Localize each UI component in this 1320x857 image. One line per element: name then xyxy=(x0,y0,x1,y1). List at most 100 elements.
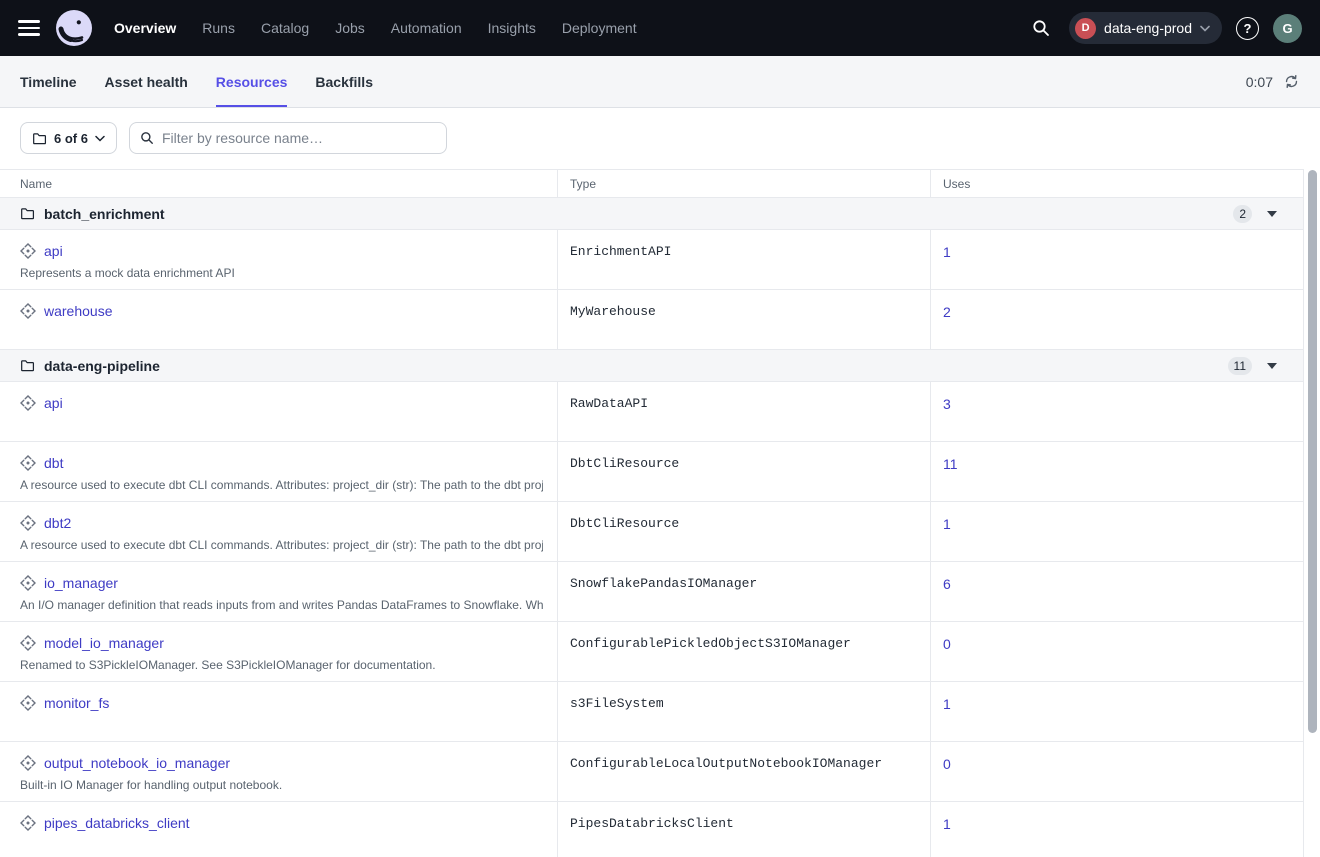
uses-count-link[interactable]: 0 xyxy=(943,756,951,772)
column-header-name: Name xyxy=(0,177,557,191)
table-row: model_io_manager Renamed to S3PickleIOMa… xyxy=(0,622,1303,682)
table-header: Name Type Uses xyxy=(0,170,1303,198)
uses-count-link[interactable]: 1 xyxy=(943,696,951,712)
resource-icon xyxy=(20,243,36,259)
collapse-caret-icon[interactable] xyxy=(1267,211,1277,217)
resource-name-link[interactable]: dbt xyxy=(44,455,63,471)
resource-description: A resource used to execute dbt CLI comma… xyxy=(20,478,543,492)
table-row: io_manager An I/O manager definition tha… xyxy=(0,562,1303,622)
table-row: dbt A resource used to execute dbt CLI c… xyxy=(0,442,1303,502)
resource-name-link[interactable]: dbt2 xyxy=(44,515,71,531)
resource-icon xyxy=(20,755,36,771)
resource-name-link[interactable]: model_io_manager xyxy=(44,635,164,651)
chevron-down-icon xyxy=(1200,25,1210,32)
group-count-badge: 11 xyxy=(1228,357,1252,375)
table-row: api Represents a mock data enrichment AP… xyxy=(0,230,1303,290)
table-row: api RawDataAPI 3 xyxy=(0,382,1303,442)
collapse-caret-icon[interactable] xyxy=(1267,363,1277,369)
uses-count-link[interactable]: 11 xyxy=(943,456,958,472)
scrollbar-thumb[interactable] xyxy=(1308,170,1317,733)
resource-type: DbtCliResource xyxy=(557,442,930,501)
resource-search-box xyxy=(129,122,447,154)
resource-type: PipesDatabricksClient xyxy=(557,802,930,857)
group-name: batch_enrichment xyxy=(44,206,165,222)
resource-name-link[interactable]: warehouse xyxy=(44,303,113,319)
resource-icon xyxy=(20,395,36,411)
table-row: dbt2 A resource used to execute dbt CLI … xyxy=(0,502,1303,562)
resource-type: RawDataAPI xyxy=(557,382,930,441)
resource-name-link[interactable]: api xyxy=(44,243,63,259)
resource-icon xyxy=(20,575,36,591)
resources-table: Name Type Uses batch_enrichment 2 api Re… xyxy=(0,169,1304,857)
uses-count-link[interactable]: 6 xyxy=(943,576,951,592)
tab-asset-health[interactable]: Asset health xyxy=(105,56,188,107)
uses-count-link[interactable]: 1 xyxy=(943,816,951,832)
refresh-timer: 0:07 xyxy=(1246,74,1273,90)
resource-description: A resource used to execute dbt CLI comma… xyxy=(20,538,543,552)
chevron-down-icon xyxy=(95,135,105,142)
nav-item-jobs[interactable]: Jobs xyxy=(335,20,365,36)
refresh-icon[interactable] xyxy=(1282,73,1300,91)
resource-type: DbtCliResource xyxy=(557,502,930,561)
tab-timeline[interactable]: Timeline xyxy=(20,56,77,107)
folder-icon xyxy=(20,358,35,373)
group-row: data-eng-pipeline 11 xyxy=(0,350,1303,382)
nav-item-automation[interactable]: Automation xyxy=(391,20,462,36)
resource-search-input[interactable] xyxy=(162,130,436,146)
resource-name-link[interactable]: pipes_databricks_client xyxy=(44,815,190,831)
resource-type: SnowflakePandasIOManager xyxy=(557,562,930,621)
overview-tab-bar: Timeline Asset health Resources Backfill… xyxy=(0,56,1320,108)
resource-name-link[interactable]: api xyxy=(44,395,63,411)
top-nav: Overview Runs Catalog Jobs Automation In… xyxy=(0,0,1320,56)
search-icon xyxy=(140,131,154,145)
uses-count-link[interactable]: 1 xyxy=(943,244,951,260)
tab-backfills[interactable]: Backfills xyxy=(315,56,373,107)
resource-icon xyxy=(20,303,36,319)
table-row: warehouse MyWarehouse 2 xyxy=(0,290,1303,350)
resource-type: EnrichmentAPI xyxy=(557,230,930,289)
nav-item-insights[interactable]: Insights xyxy=(488,20,536,36)
tab-resources[interactable]: Resources xyxy=(216,56,288,107)
resource-name-link[interactable]: monitor_fs xyxy=(44,695,109,711)
group-filter-label: 6 of 6 xyxy=(54,131,88,146)
primary-nav: Overview Runs Catalog Jobs Automation In… xyxy=(114,20,637,36)
resource-name-link[interactable]: io_manager xyxy=(44,575,118,591)
resource-icon xyxy=(20,635,36,651)
resource-name-link[interactable]: output_notebook_io_manager xyxy=(44,755,230,771)
resource-type: s3FileSystem xyxy=(557,682,930,741)
search-icon[interactable] xyxy=(1027,14,1055,42)
resource-description: Represents a mock data enrichment API xyxy=(20,266,543,280)
help-icon[interactable]: ? xyxy=(1236,17,1259,40)
table-row: output_notebook_io_manager Built-in IO M… xyxy=(0,742,1303,802)
group-count-badge: 2 xyxy=(1233,205,1252,223)
resource-icon xyxy=(20,695,36,711)
uses-count-link[interactable]: 0 xyxy=(943,636,951,652)
resource-icon xyxy=(20,515,36,531)
group-row: batch_enrichment 2 xyxy=(0,198,1303,230)
group-name: data-eng-pipeline xyxy=(44,358,160,374)
resource-type: ConfigurableLocalOutputNotebookIOManager xyxy=(557,742,930,801)
uses-count-link[interactable]: 3 xyxy=(943,396,951,412)
nav-item-deployment[interactable]: Deployment xyxy=(562,20,637,36)
uses-count-link[interactable]: 1 xyxy=(943,516,951,532)
folder-icon xyxy=(32,131,47,146)
deployment-switcher[interactable]: D data-eng-prod xyxy=(1069,12,1222,44)
nav-item-runs[interactable]: Runs xyxy=(202,20,235,36)
uses-count-link[interactable]: 2 xyxy=(943,304,951,320)
group-filter-button[interactable]: 6 of 6 xyxy=(20,122,117,154)
deployment-name: data-eng-prod xyxy=(1104,20,1192,36)
nav-item-overview[interactable]: Overview xyxy=(114,20,176,36)
table-row: monitor_fs s3FileSystem 1 xyxy=(0,682,1303,742)
resource-type: MyWarehouse xyxy=(557,290,930,349)
resource-description: Built-in IO Manager for handling output … xyxy=(20,778,543,792)
filter-row: 6 of 6 xyxy=(0,108,1320,154)
folder-icon xyxy=(20,206,35,221)
hamburger-menu-icon[interactable] xyxy=(18,16,42,40)
user-avatar[interactable]: G xyxy=(1273,14,1302,43)
column-header-type: Type xyxy=(557,170,930,197)
column-header-uses: Uses xyxy=(930,170,1303,197)
resource-icon xyxy=(20,455,36,471)
resource-type: ConfigurablePickledObjectS3IOManager xyxy=(557,622,930,681)
dagster-logo-icon[interactable] xyxy=(56,10,92,46)
nav-item-catalog[interactable]: Catalog xyxy=(261,20,309,36)
